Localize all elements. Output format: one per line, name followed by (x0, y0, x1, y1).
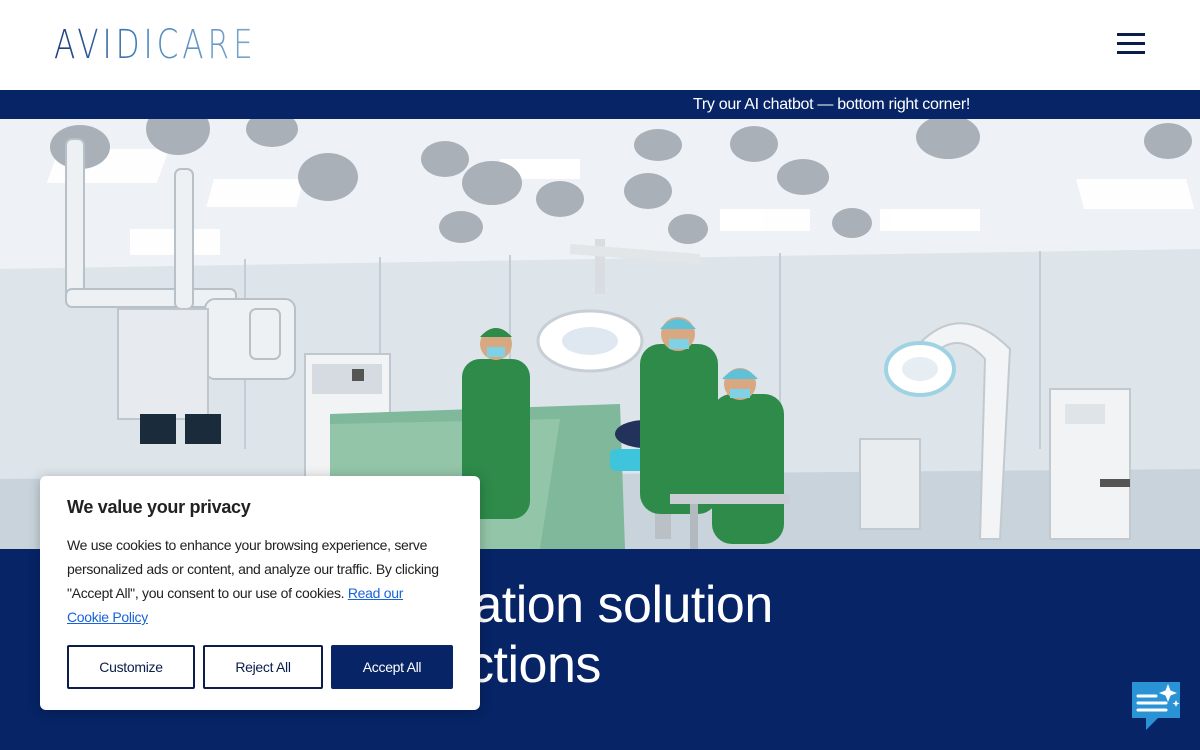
chatbot-launcher[interactable] (1128, 678, 1184, 734)
cookie-title: We value your privacy (67, 497, 251, 517)
hamburger-menu-icon[interactable] (1114, 30, 1148, 58)
menu-bar (1117, 42, 1145, 45)
site-header: AVIDICARE (0, 0, 1200, 90)
menu-bar (1117, 51, 1145, 54)
accept-all-button[interactable]: Accept All (331, 645, 453, 689)
cookie-description: We use cookies to enhance your browsing … (67, 533, 447, 629)
cookie-consent-banner: We value your privacy We use cookies to … (40, 476, 480, 710)
customize-button[interactable]: Customize (67, 645, 195, 689)
announcement-bar: Try our AI chatbot — bottom right corner… (0, 90, 1200, 119)
announcement-text: Try our AI chatbot — bottom right corner… (693, 96, 971, 113)
reject-all-button[interactable]: Reject All (203, 645, 323, 689)
chat-sparkle-icon (1132, 682, 1180, 730)
menu-bar (1117, 33, 1145, 36)
avidicare-logo[interactable]: AVIDICARE (54, 22, 257, 68)
